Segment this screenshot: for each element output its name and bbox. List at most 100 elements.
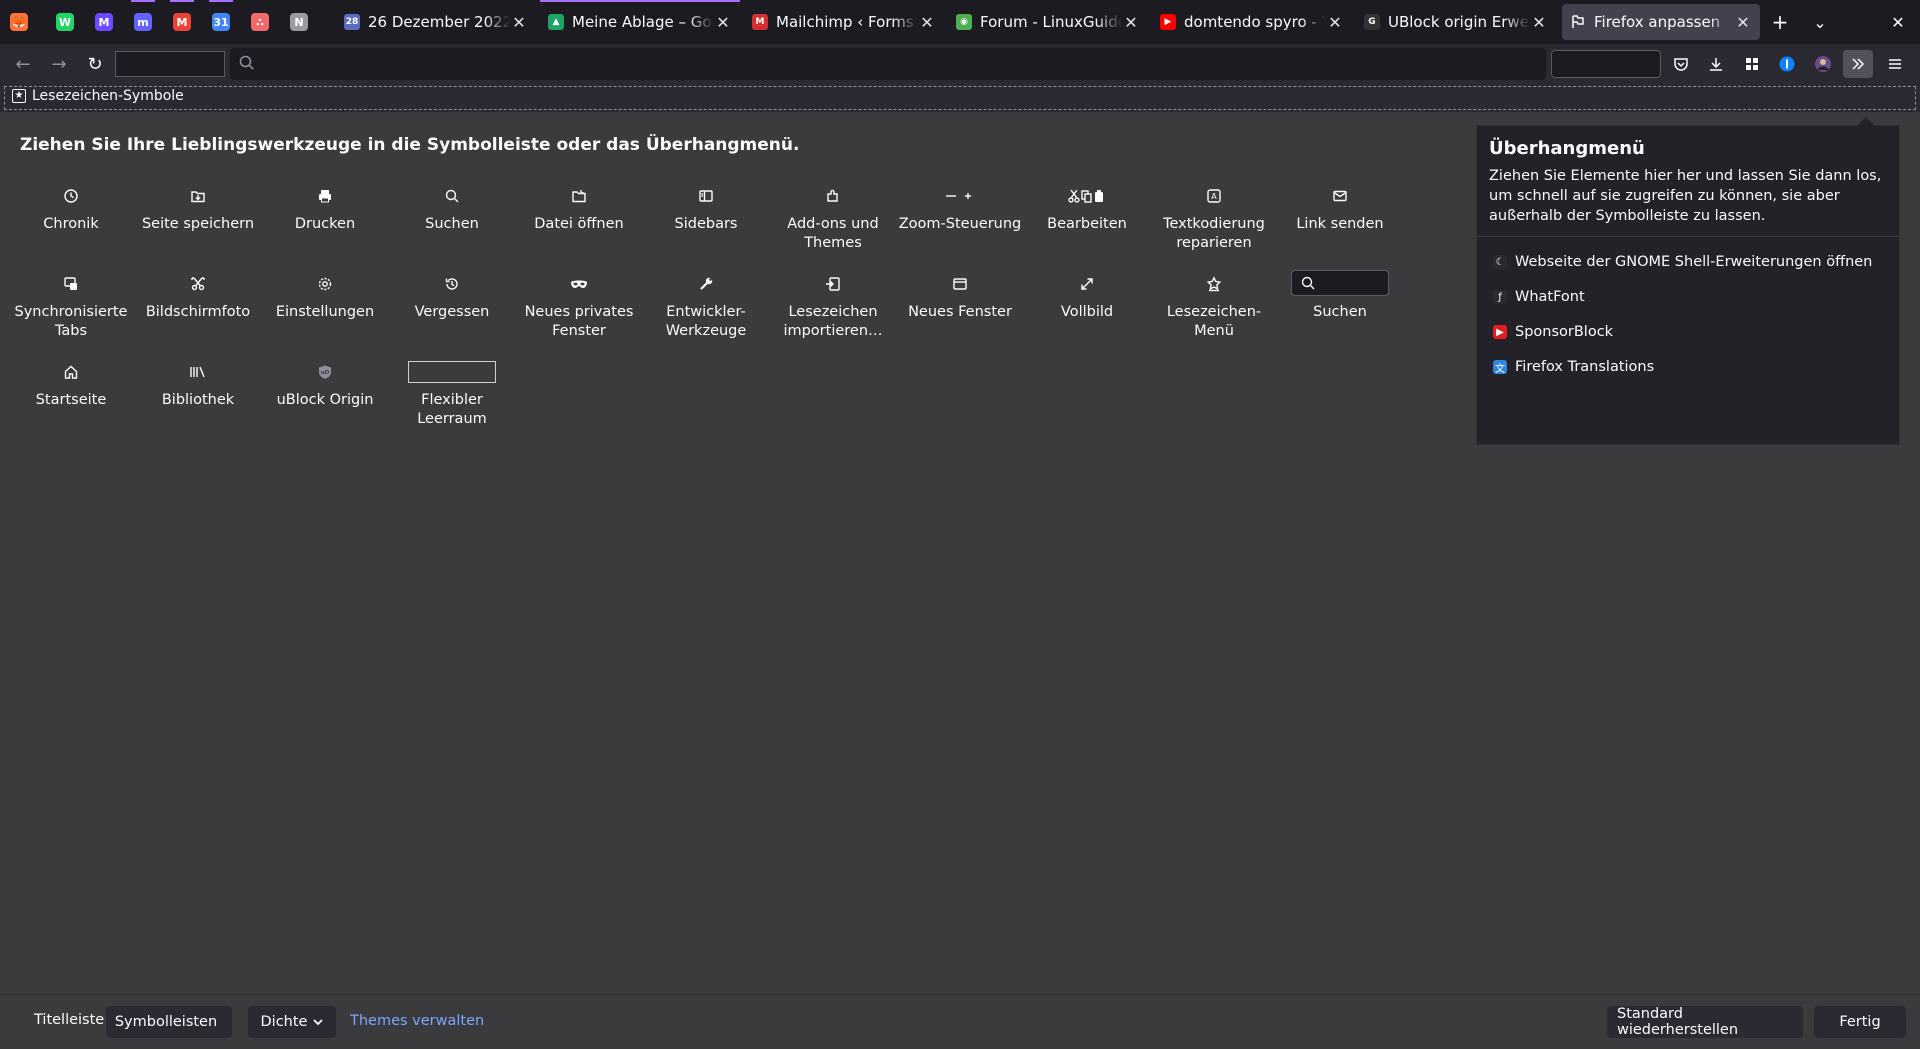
pinned-tab[interactable]: M	[163, 0, 201, 44]
close-tab-icon[interactable]: ✕	[1530, 13, 1548, 32]
search-bar[interactable]	[1551, 50, 1661, 78]
done-button[interactable]: Fertig	[1814, 1006, 1906, 1038]
close-tab-icon[interactable]: ✕	[1122, 13, 1140, 32]
pinned-tab[interactable]: 🦊	[0, 0, 38, 44]
search-icon	[239, 55, 254, 70]
close-tab-icon[interactable]: ✕	[1734, 13, 1752, 32]
pinned-tab[interactable]: M	[85, 0, 123, 44]
toolbars-dropdown[interactable]: Symbolleisten	[106, 1006, 232, 1038]
overflow-menu-button[interactable]	[1843, 50, 1873, 78]
palette-item[interactable]: Vollbild	[1024, 273, 1150, 322]
customize-icon	[1570, 14, 1586, 30]
tab[interactable]: G UBlock origin Erweiterung✕	[1356, 4, 1556, 40]
new-window-icon	[897, 273, 1023, 295]
tab-active[interactable]: Firefox anpassen ✕	[1562, 4, 1760, 40]
palette-item[interactable]: Synchronisierte Tabs	[8, 273, 134, 341]
titlebar-label: Titelleiste	[34, 1012, 105, 1028]
palette-item[interactable]: Datei öffnen	[516, 185, 642, 234]
palette-item[interactable]: Suchen	[1277, 270, 1403, 322]
palette-item[interactable]: Zoom-Steuerung	[897, 185, 1023, 234]
palette-item[interactable]: Suchen	[389, 185, 515, 234]
overflow-item[interactable]: 文 Firefox Translations	[1493, 359, 1654, 375]
notion-icon: N	[290, 13, 308, 31]
favicon-icon: M	[752, 14, 768, 30]
back-button[interactable]: ←	[8, 50, 38, 78]
close-tab-icon[interactable]: ✕	[918, 13, 936, 32]
palette-item[interactable]: Seite speichern	[135, 185, 261, 234]
overflow-item[interactable]: ☾ Webseite der GNOME Shell-Erweiterungen …	[1493, 254, 1872, 270]
forward-button[interactable]: →	[44, 50, 74, 78]
url-bar[interactable]	[230, 48, 1546, 82]
restore-defaults-button[interactable]: Standard wiederherstellen	[1607, 1006, 1803, 1038]
close-tab-icon[interactable]: ✕	[510, 13, 528, 32]
bookmarks-toolbar-item[interactable]: ★ Lesezeichen-Symbole	[12, 88, 184, 104]
titlebar-checkbox[interactable]: Titelleiste	[34, 1012, 104, 1028]
palette-item[interactable]: Startseite	[8, 361, 134, 410]
forget-icon	[389, 273, 515, 295]
close-tab-icon[interactable]: ✕	[1326, 13, 1344, 32]
pocket-button[interactable]	[1666, 50, 1696, 78]
pinned-tab[interactable]: 31	[202, 0, 240, 44]
tab[interactable]: ▶ domtendo spyro - YouTube✕	[1152, 4, 1352, 40]
tab-title: domtendo spyro - YouTube	[1184, 13, 1326, 31]
palette-item-label: Entwickler-Werkzeuge	[665, 304, 747, 339]
palette-item[interactable]: Bildschirmfoto	[135, 273, 261, 322]
tab[interactable]: 28 26 Dezember 2022 - 1✕	[336, 4, 536, 40]
palette-item[interactable]: Neues Fenster	[897, 273, 1023, 322]
palette-item[interactable]: Sidebars	[643, 185, 769, 234]
overflow-item[interactable]: ▶ SponsorBlock	[1493, 324, 1613, 340]
app-menu-button[interactable]	[1880, 50, 1910, 78]
arrow-left-icon: ←	[15, 53, 31, 75]
flexible-space-preview	[389, 361, 515, 383]
tab-title: 26 Dezember 2022 - 1	[368, 13, 510, 31]
downloads-button[interactable]	[1701, 50, 1731, 78]
overflow-description: Ziehen Sie Elemente hier her und lassen …	[1489, 168, 1882, 224]
new-tab-button[interactable]: +	[1762, 0, 1798, 44]
tab[interactable]: ◉ Forum - LinuxGuides Community✕	[948, 4, 1148, 40]
chevron-down-icon: ⌄	[1813, 12, 1827, 32]
bookmark-star-icon	[1151, 273, 1277, 295]
import-icon	[770, 273, 896, 295]
close-tab-icon[interactable]: ✕	[714, 13, 732, 32]
tab[interactable]: ▲ Meine Ablage – Google Drive✕	[540, 0, 740, 40]
library-icon	[135, 361, 261, 383]
palette-item[interactable]: Vergessen	[389, 273, 515, 322]
gmail-icon: M	[173, 13, 191, 31]
palette-item[interactable]: Entwickler-Werkzeuge	[643, 273, 769, 341]
tab-indicator	[209, 0, 233, 2]
url-input[interactable]	[262, 48, 1536, 82]
reload-button[interactable]: ↻	[80, 50, 110, 78]
palette-item[interactable]: Bearbeiten	[1024, 185, 1150, 234]
palette-item[interactable]: Neues privates Fenster	[516, 273, 642, 341]
pinned-tab[interactable]: W	[46, 0, 84, 44]
palette-item-label: Link senden	[1296, 216, 1384, 232]
pinned-tab[interactable]: m	[124, 0, 162, 44]
palette-item[interactable]: Flexibler Leerraum	[389, 361, 515, 429]
overflow-item[interactable]: ƒ WhatFont	[1493, 289, 1585, 305]
palette-item[interactable]: Lesezeichen importieren…	[770, 273, 896, 341]
svg-text:uO: uO	[321, 370, 330, 376]
pinned-tab[interactable]: N	[280, 0, 318, 44]
palette-item[interactable]: uO uBlock Origin	[262, 361, 388, 410]
close-window-button[interactable]: ✕	[1880, 0, 1916, 44]
extensions-button[interactable]	[1737, 50, 1767, 78]
account-button[interactable]	[1808, 50, 1838, 78]
palette-item[interactable]: Add-ons und Themes	[770, 185, 896, 253]
palette-item[interactable]: Einstellungen	[262, 273, 388, 322]
palette-item[interactable]: Chronik	[8, 185, 134, 234]
density-dropdown[interactable]: Dichte	[248, 1006, 336, 1038]
list-all-tabs-button[interactable]: ⌄	[1802, 0, 1838, 44]
tab[interactable]: M Mailchimp ‹ Forms ‹ Dashboard✕	[744, 4, 944, 40]
manage-themes-link[interactable]: Themes verwalten	[350, 1013, 484, 1029]
pinned-tab[interactable]: ∴	[241, 0, 279, 44]
customize-headline: Ziehen Sie Ihre Lieblingswerkzeuge in di…	[20, 135, 800, 155]
overflow-title: Überhangmenü	[1489, 138, 1645, 159]
flexible-space[interactable]	[115, 51, 225, 77]
palette-item[interactable]: Bibliothek	[135, 361, 261, 410]
palette-item[interactable]: Lesezeichen-Menü	[1151, 273, 1277, 341]
svg-text:A: A	[1211, 192, 1217, 201]
palette-item[interactable]: Drucken	[262, 185, 388, 234]
palette-item[interactable]: Link senden	[1277, 185, 1403, 234]
password-manager-button[interactable]	[1772, 50, 1802, 78]
palette-item[interactable]: A Textkodierung reparieren	[1151, 185, 1277, 253]
